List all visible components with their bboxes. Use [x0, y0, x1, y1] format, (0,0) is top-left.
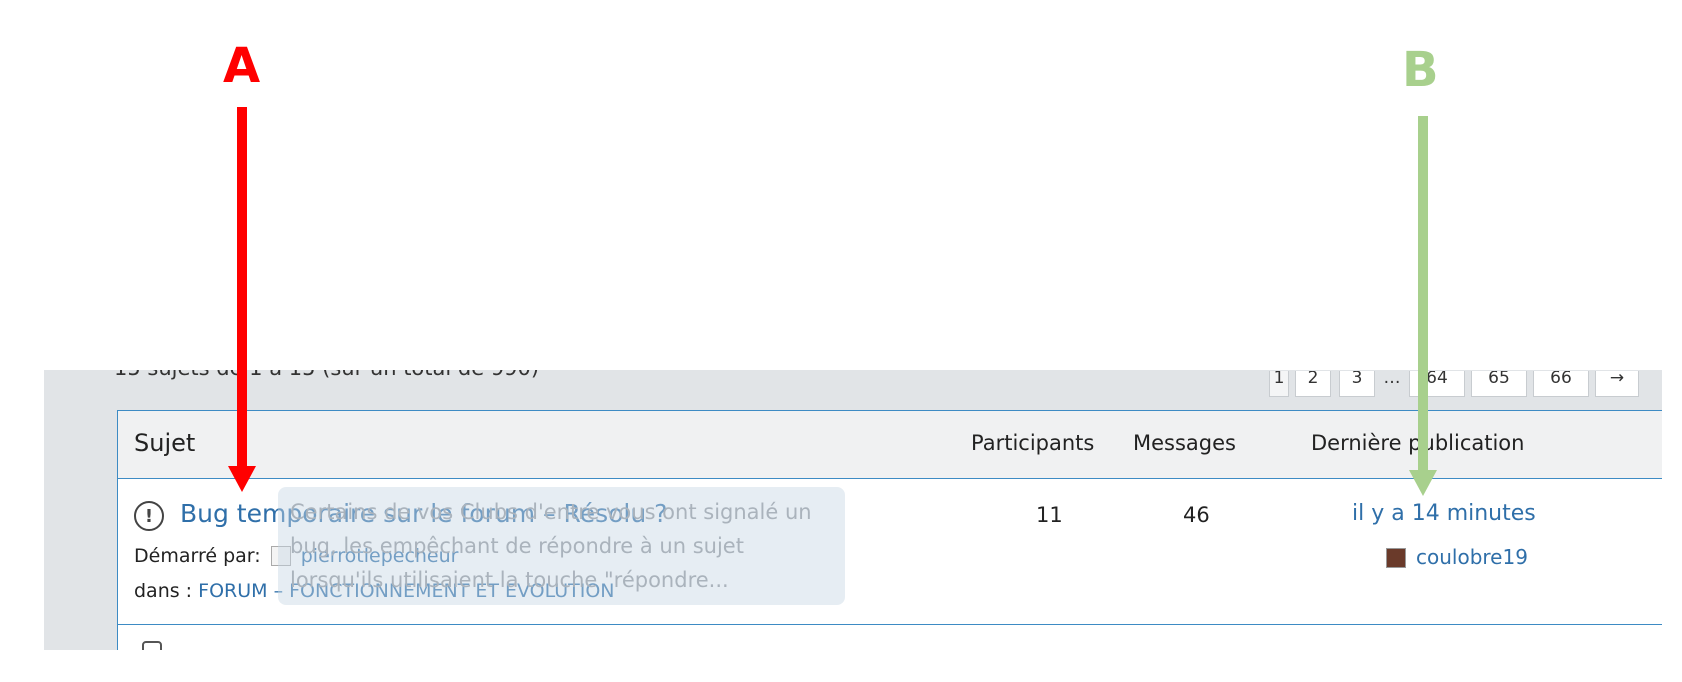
page-2-button[interactable]: 2	[1295, 371, 1331, 397]
next-page-button[interactable]: →	[1595, 371, 1639, 397]
in-label: dans :	[134, 580, 193, 602]
topic-title-link[interactable]: Bug temporaire sur le forum – Résolu ?	[180, 499, 667, 528]
page-3-button[interactable]: 3	[1339, 371, 1375, 397]
column-header-subject[interactable]: Sujet	[134, 429, 195, 457]
last-post-user-link[interactable]: coulobre19	[1416, 545, 1528, 569]
participants-count: 11	[1036, 503, 1063, 527]
column-header-participants[interactable]: Participants	[971, 431, 1094, 455]
topic-count-text: 15 sujets de 1 à 15 (sur un total de 990…	[114, 370, 539, 380]
last-post-time-link[interactable]: il y a 14 minutes	[1352, 501, 1536, 526]
forum-line: dans : FORUM – FONCTIONNEMENT ET EVOLUTI…	[134, 580, 615, 602]
annotation-label-a: A	[223, 38, 261, 94]
table-row: ! Bug temporaire sur le forum – Résolu ?…	[118, 479, 1662, 625]
last-user-avatar	[1386, 548, 1406, 568]
exclamation-icon: !	[134, 501, 164, 531]
column-header-messages[interactable]: Messages	[1133, 431, 1236, 455]
last-post-user: coulobre19	[1386, 545, 1528, 569]
forum-topic-list: 15 sujets de 1 à 15 (sur un total de 990…	[44, 370, 1662, 650]
annotation-label-b: B	[1402, 42, 1439, 98]
page-1-button[interactable]: 1	[1269, 371, 1289, 397]
started-by-line: Démarré par: pierrotlepecheur	[134, 545, 458, 567]
table-header: Sujet Participants Messages Dernière pub…	[118, 411, 1662, 479]
author-avatar	[270, 546, 291, 566]
forum-link[interactable]: FORUM – FONCTIONNEMENT ET EVOLUTION	[198, 580, 614, 602]
page-ellipsis: …	[1383, 371, 1401, 388]
topics-table: Sujet Participants Messages Dernière pub…	[117, 410, 1662, 650]
page-65-button[interactable]: 65	[1471, 371, 1527, 397]
column-header-last-post[interactable]: Dernière publication	[1311, 431, 1524, 455]
messages-count: 46	[1183, 503, 1210, 527]
started-by-label: Démarré par:	[134, 545, 261, 567]
author-link[interactable]: pierrotlepecheur	[301, 545, 459, 567]
page-66-button[interactable]: 66	[1533, 371, 1589, 397]
next-topic-icon	[142, 641, 162, 650]
page-64-button[interactable]: 64	[1409, 371, 1465, 397]
